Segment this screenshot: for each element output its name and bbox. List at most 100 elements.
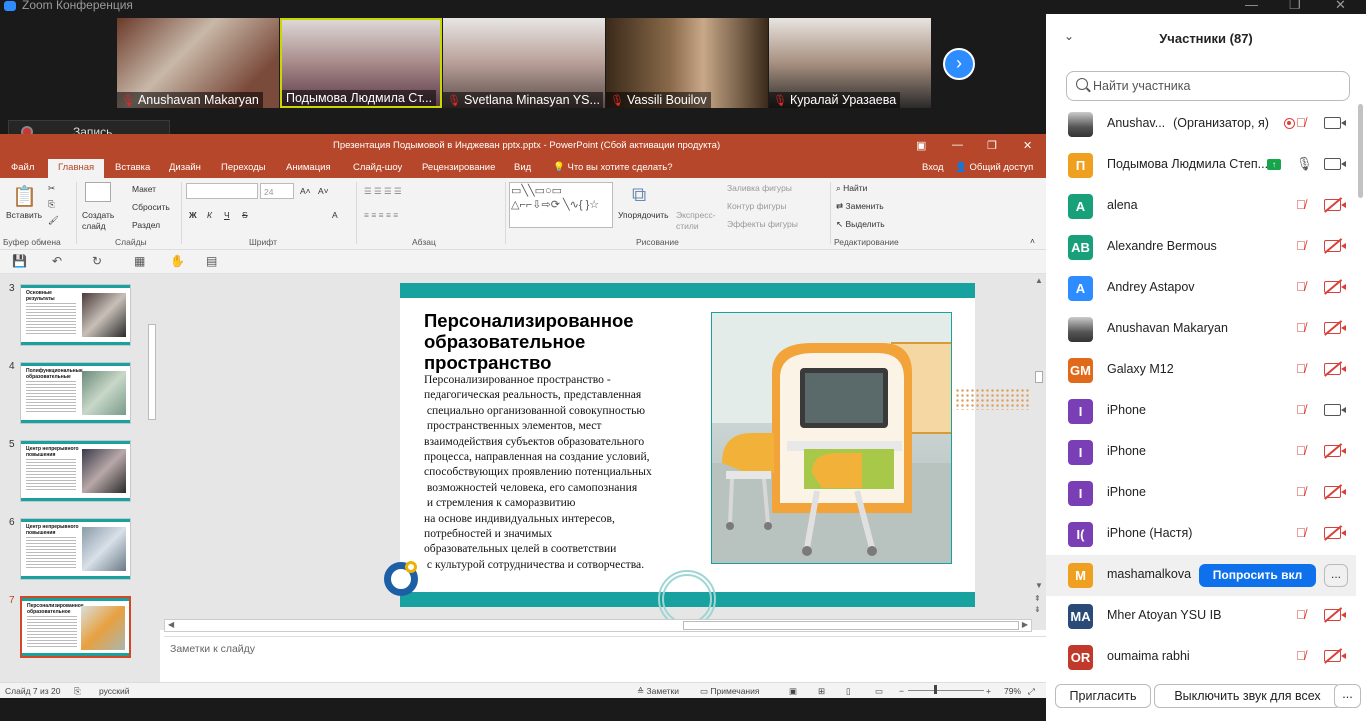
- tab-transitions[interactable]: Переходы: [221, 162, 266, 173]
- camera-off-icon[interactable]: [1324, 527, 1346, 539]
- tab-design[interactable]: Дизайн: [169, 162, 201, 173]
- video-tile[interactable]: 🎙 Vassili Bouilov: [606, 18, 768, 108]
- signin-link[interactable]: Вход: [922, 162, 944, 173]
- camera-off-icon[interactable]: [1324, 650, 1346, 662]
- participant-row[interactable]: IiPhone 🎙̸: [1046, 473, 1356, 514]
- mic-muted-icon[interactable]: 🎙̸: [1296, 197, 1306, 212]
- tab-insert[interactable]: Вставка: [115, 162, 150, 173]
- camera-off-icon[interactable]: [1324, 322, 1346, 334]
- participant-row[interactable]: П Подымова Людмила Степ... ↑ 🎙: [1046, 145, 1356, 186]
- select-button[interactable]: ↖ Выделить: [836, 219, 885, 230]
- zoom-slider-thumb[interactable]: [934, 685, 937, 694]
- format-painter-icon[interactable]: 🖌: [48, 215, 59, 226]
- cut-icon[interactable]: ✂: [48, 183, 55, 194]
- maximize-icon[interactable]: ❐: [1289, 0, 1301, 13]
- close-icon[interactable]: ✕: [1023, 139, 1032, 152]
- ribbon-display-icon[interactable]: ▣: [916, 139, 926, 152]
- participant-row[interactable]: IiPhone 🎙̸: [1046, 432, 1356, 473]
- camera-off-icon[interactable]: [1324, 281, 1346, 293]
- font-color-icon[interactable]: A: [332, 210, 338, 220]
- quick-styles-button[interactable]: Экспресс-стили: [676, 210, 720, 232]
- camera-off-icon[interactable]: [1324, 240, 1346, 252]
- comments-toggle[interactable]: ▭ Примечания: [700, 686, 759, 697]
- slide-thumbnail[interactable]: Полифункциональные образовательные прост…: [20, 362, 131, 424]
- camera-off-icon[interactable]: [1324, 363, 1346, 375]
- mic-muted-icon[interactable]: 🎙̸: [1296, 607, 1306, 622]
- camera-on-icon[interactable]: [1324, 117, 1346, 129]
- font-size-input[interactable]: 24: [260, 183, 294, 199]
- slide-horizontal-scrollbar[interactable]: ◀ ▶: [164, 619, 1032, 632]
- bold-icon[interactable]: Ж: [189, 210, 197, 220]
- tab-view[interactable]: Вид: [514, 162, 531, 173]
- participant-row[interactable]: AB Alexandre Bermous 🎙̸: [1046, 227, 1356, 268]
- participant-more-button[interactable]: ...: [1324, 564, 1348, 587]
- gallery-next-button[interactable]: ›: [943, 48, 975, 80]
- current-slide[interactable]: Персонализированное образовательное прос…: [400, 283, 1030, 607]
- more-button[interactable]: ...: [1334, 684, 1361, 708]
- participant-row[interactable]: IiPhone 🎙̸: [1046, 391, 1356, 432]
- participants-scrollbar[interactable]: [1356, 104, 1364, 664]
- slide-thumbnail[interactable]: Центр непрерывного повышения мастерства …: [20, 440, 131, 502]
- language-indicator[interactable]: русский: [99, 686, 130, 696]
- reading-view-icon[interactable]: ▯: [846, 686, 851, 697]
- slideshow-view-icon[interactable]: ▭: [875, 686, 883, 697]
- minimize-icon[interactable]: —: [1245, 0, 1258, 12]
- tab-home[interactable]: Главная: [48, 159, 105, 178]
- mic-on-icon[interactable]: 🎙: [1296, 156, 1313, 172]
- layout-button[interactable]: Макет: [132, 184, 156, 194]
- camera-off-icon[interactable]: [1324, 445, 1346, 457]
- zoom-in-icon[interactable]: +: [986, 686, 991, 696]
- tab-slideshow[interactable]: Слайд-шоу: [353, 162, 402, 173]
- search-input[interactable]: [1093, 77, 1343, 95]
- mic-muted-icon[interactable]: 🎙̸: [1296, 361, 1306, 376]
- camera-off-icon[interactable]: [1324, 609, 1346, 621]
- invite-button[interactable]: Пригласить: [1055, 684, 1151, 708]
- mic-muted-icon[interactable]: 🎙̸: [1296, 648, 1306, 663]
- reset-button[interactable]: Сбросить: [132, 202, 170, 212]
- shape-effects-button[interactable]: Эффекты фигуры: [727, 219, 798, 229]
- slide-thumbnail-selected[interactable]: Персонализированное образовательное прос…: [20, 596, 131, 658]
- undo-icon[interactable]: ↶: [52, 254, 62, 268]
- decrease-font-icon[interactable]: A˅: [318, 186, 329, 196]
- mic-muted-icon[interactable]: 🎙̸: [1296, 238, 1306, 253]
- participant-row[interactable]: Aalena 🎙̸: [1046, 186, 1356, 227]
- participant-row[interactable]: Anushavan Makaryan 🎙̸: [1046, 309, 1356, 350]
- underline-icon[interactable]: Ч: [224, 210, 230, 220]
- participant-search[interactable]: [1066, 71, 1350, 101]
- new-slide-button[interactable]: Создать слайд: [82, 210, 120, 232]
- participant-row[interactable]: GM Galaxy M12 🎙̸: [1046, 350, 1356, 391]
- customize-icon[interactable]: ▤: [206, 254, 217, 268]
- tab-file[interactable]: Файл: [11, 162, 34, 173]
- align-icon[interactable]: ≡ ≡ ≡ ≡ ≡: [364, 210, 398, 220]
- video-tile[interactable]: 🎙 Anushavan Makaryan: [117, 18, 279, 108]
- shape-fill-button[interactable]: Заливка фигуры: [727, 183, 792, 193]
- participant-row[interactable]: I(iPhone (Настя) 🎙̸: [1046, 514, 1356, 555]
- ask-unmute-button[interactable]: Попросить вкл: [1199, 564, 1316, 587]
- mic-muted-icon[interactable]: 🎙̸: [1296, 320, 1306, 335]
- slide-vertical-scrollbar[interactable]: ▲ ▼ ⇞ ⇟: [1033, 276, 1045, 616]
- shapes-gallery[interactable]: ▭╲╲▭○▭ △⌐⌐⇩⇨⟳ ╲∿{ }☆: [509, 182, 613, 228]
- video-tile[interactable]: 🎙 Куралай Уразаева: [769, 18, 931, 108]
- participant-row[interactable]: A Andrey Astapov 🎙̸: [1046, 268, 1356, 309]
- zoom-out-icon[interactable]: −: [899, 686, 904, 696]
- slide-sorter-icon[interactable]: ⊞: [818, 686, 825, 697]
- tell-me-input[interactable]: 💡 Что вы хотите сделать?: [553, 162, 673, 173]
- normal-view-icon[interactable]: ▣: [789, 686, 797, 697]
- mic-muted-icon[interactable]: 🎙̸: [1296, 402, 1306, 417]
- tab-animation[interactable]: Анимация: [286, 162, 331, 173]
- zoom-slider[interactable]: [908, 690, 984, 691]
- bullets-icon[interactable]: ☰ ☰ ☰ ☰: [364, 186, 402, 197]
- zoom-level[interactable]: 79%: [1004, 686, 1021, 696]
- notes-toggle[interactable]: ≙ Заметки: [637, 686, 679, 697]
- paste-button[interactable]: Вставить: [6, 210, 42, 220]
- mic-muted-icon[interactable]: 🎙̸: [1296, 525, 1306, 540]
- share-button[interactable]: 👤 Общий доступ: [955, 162, 1033, 173]
- mic-muted-icon[interactable]: 🎙̸: [1296, 279, 1306, 294]
- section-button[interactable]: Раздел: [132, 220, 160, 230]
- minimize-icon[interactable]: —: [952, 139, 963, 151]
- collapse-ribbon-icon[interactable]: ˄: [1030, 236, 1035, 246]
- restore-icon[interactable]: ❐: [987, 139, 997, 152]
- notes-pane[interactable]: Заметки к слайду: [164, 636, 1046, 682]
- strikethrough-icon[interactable]: S: [242, 210, 248, 220]
- participant-row[interactable]: Mmashamalkova Попросить вкл...: [1046, 555, 1356, 596]
